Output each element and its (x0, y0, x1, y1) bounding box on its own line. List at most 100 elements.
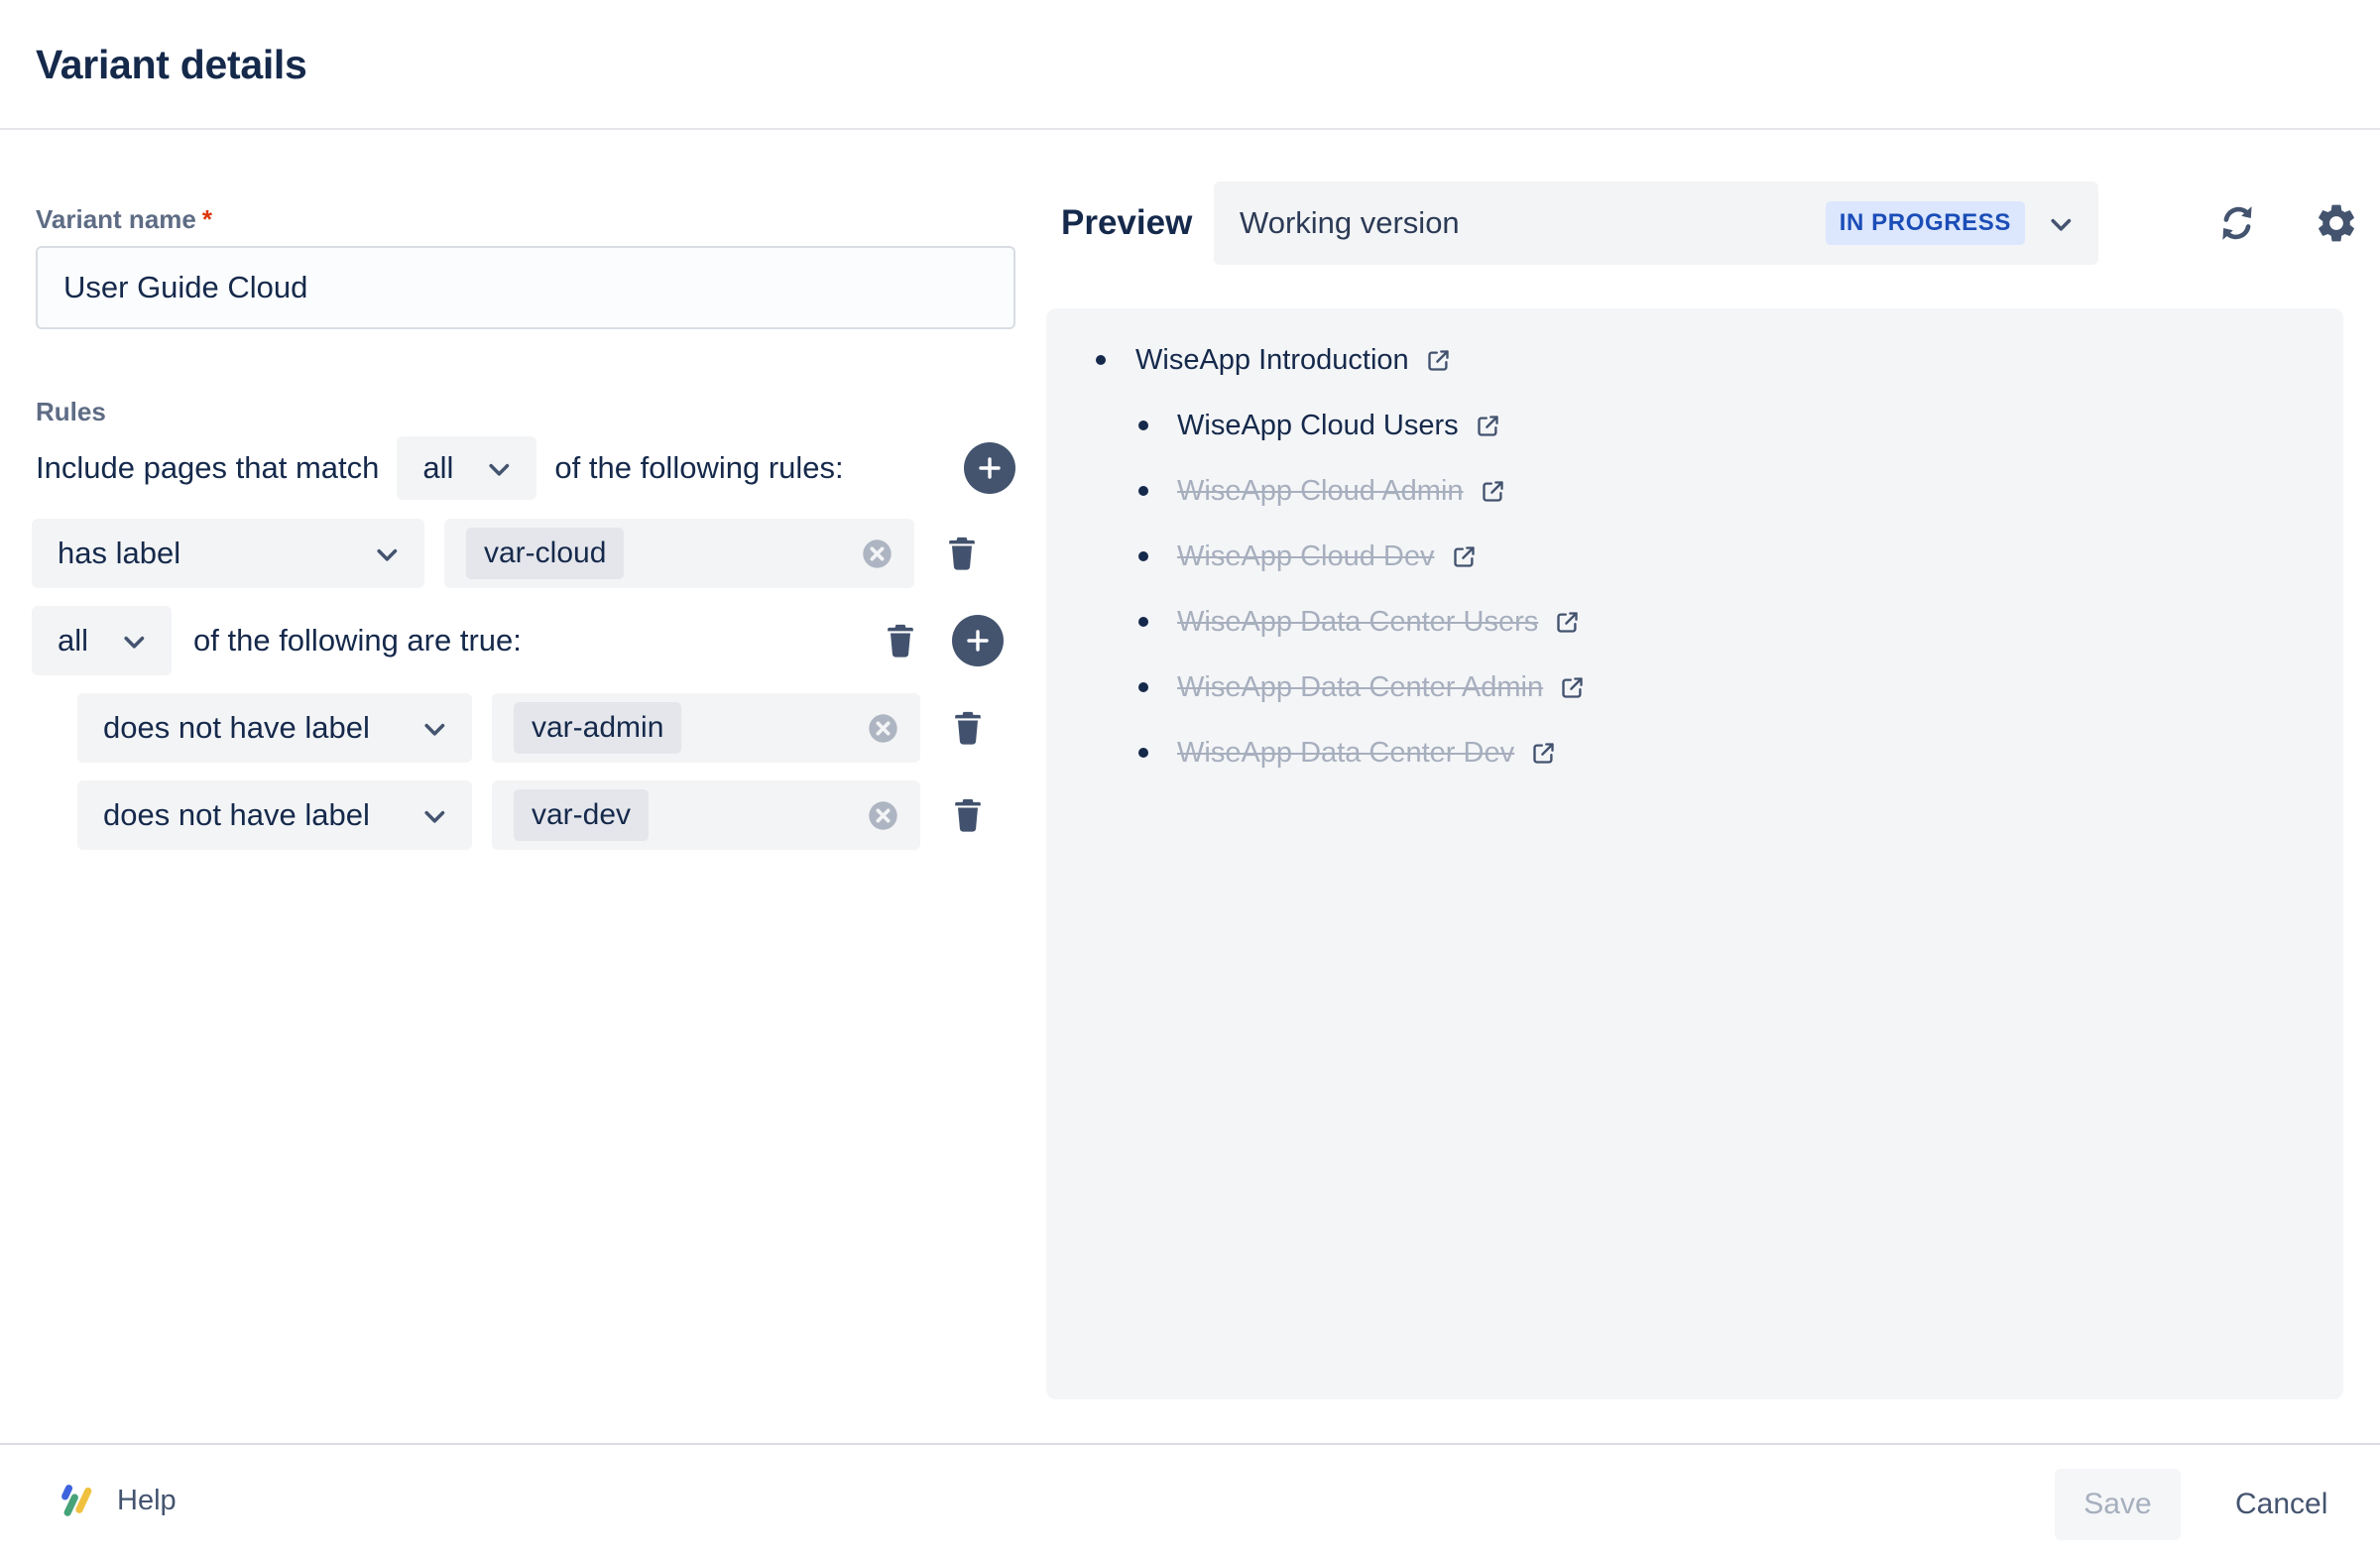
clear-icon (862, 539, 892, 569)
page-link[interactable]: WiseApp Cloud Users (1177, 410, 1501, 442)
clear-icon (868, 800, 898, 831)
trash-icon (942, 532, 982, 575)
page-title: WiseApp Cloud Dev (1177, 540, 1435, 573)
delete-rule-button[interactable] (936, 519, 988, 588)
brand-logo-icon (58, 1483, 97, 1520)
delete-rule-button[interactable] (942, 693, 994, 763)
match-operator-select[interactable]: all (397, 436, 536, 500)
trash-icon (948, 706, 988, 750)
group-operator-select[interactable]: all (32, 606, 172, 675)
trash-icon (881, 619, 920, 662)
clear-label-button[interactable] (868, 713, 898, 744)
delete-group-button[interactable] (875, 606, 926, 675)
page-link[interactable]: WiseApp Data Center Dev (1177, 737, 1557, 770)
rule-row: does not have label var-dev (77, 780, 1023, 850)
page-link[interactable]: WiseApp Data Center Users (1177, 606, 1581, 639)
page-link[interactable]: WiseApp Cloud Dev (1177, 540, 1478, 573)
condition-value: does not have label (103, 797, 370, 833)
page-title: WiseApp Data Center Users (1177, 606, 1538, 639)
rule-group-row: all of the following are true: (32, 606, 1004, 675)
chevron-down-icon (418, 801, 446, 829)
preview-label: Preview (1061, 181, 1192, 265)
external-link-icon[interactable] (1451, 543, 1478, 570)
condition-value: has label (58, 536, 180, 571)
external-link-icon[interactable] (1480, 478, 1506, 505)
version-value: Working version (1240, 205, 1460, 241)
page-title: WiseApp Introduction (1135, 344, 1409, 377)
status-badge: IN PROGRESS (1826, 201, 2025, 245)
page-title: WiseApp Cloud Admin (1177, 475, 1464, 508)
clear-label-button[interactable] (868, 800, 898, 831)
rules-section-label: Rules (36, 397, 106, 427)
page-tree: WiseApp Introduction WiseApp Cloud Users… (1046, 308, 2343, 785)
dialog-footer: Help Save Cancel (0, 1443, 2380, 1557)
delete-rule-button[interactable] (942, 780, 994, 850)
page-link[interactable]: WiseApp Introduction (1135, 344, 1452, 377)
label-tag: var-admin (514, 702, 681, 754)
label-tag: var-dev (514, 789, 649, 841)
variant-name-label: Variant name* (36, 204, 212, 235)
condition-select[interactable]: has label (32, 519, 424, 588)
page-item: WiseApp Data Center Admin (1046, 655, 2343, 720)
rule-row: has label var-cloud (32, 519, 1023, 588)
label-value-field[interactable]: var-dev (492, 780, 920, 850)
help-link[interactable]: Help (58, 1445, 177, 1557)
add-rule-button[interactable] (964, 442, 1015, 494)
external-link-icon[interactable] (1425, 347, 1452, 374)
clear-label-button[interactable] (862, 539, 892, 569)
variant-name-input[interactable] (36, 246, 1015, 329)
page-item: WiseApp Cloud Admin (1046, 458, 2343, 524)
add-group-rule-button[interactable] (952, 615, 1004, 666)
settings-button[interactable] (2313, 199, 2360, 247)
condition-value: does not have label (103, 710, 370, 746)
dialog-header: Variant details (0, 0, 2380, 130)
group-operator-value: all (58, 623, 88, 659)
plus-icon (965, 628, 991, 654)
preview-panel: WiseApp Introduction WiseApp Cloud Users… (1046, 308, 2343, 1399)
external-link-icon[interactable] (1475, 413, 1501, 439)
variant-name-label-text: Variant name (36, 204, 196, 234)
page-item: WiseApp Data Center Dev (1046, 720, 2343, 785)
rules-intro-suffix: of the following rules: (554, 450, 843, 486)
gear-icon (2314, 200, 2359, 246)
page-title: Variant details (36, 0, 307, 130)
page-item: WiseApp Introduction (1046, 327, 2343, 393)
page-title: WiseApp Data Center Dev (1177, 737, 1514, 770)
refresh-button[interactable] (2213, 199, 2261, 247)
external-link-icon[interactable] (1530, 740, 1557, 767)
save-button[interactable]: Save (2055, 1469, 2181, 1540)
rule-row: does not have label var-admin (77, 693, 1023, 763)
chevron-down-icon (418, 714, 446, 742)
condition-select[interactable]: does not have label (77, 780, 472, 850)
label-value-field[interactable]: var-admin (492, 693, 920, 763)
required-asterisk: * (202, 204, 212, 234)
chevron-down-icon (118, 627, 146, 655)
cancel-button[interactable]: Cancel (2217, 1469, 2345, 1540)
version-select[interactable]: Working version IN PROGRESS (1214, 181, 2098, 265)
page-item: WiseApp Data Center Users (1046, 589, 2343, 655)
trash-icon (948, 793, 988, 837)
refresh-icon (2214, 200, 2260, 246)
variant-details-dialog: Variant details Variant name* Rules Incl… (0, 0, 2380, 1557)
chevron-down-icon (483, 454, 511, 482)
external-link-icon[interactable] (1559, 674, 1586, 701)
label-tag: var-cloud (466, 528, 624, 579)
chevron-down-icon (371, 539, 399, 567)
page-item: WiseApp Cloud Dev (1046, 524, 2343, 589)
label-value-field[interactable]: var-cloud (444, 519, 914, 588)
page-title: WiseApp Cloud Users (1177, 410, 1459, 442)
rules-intro-row: Include pages that match all of the foll… (36, 436, 1015, 500)
external-link-icon[interactable] (1554, 609, 1581, 636)
chevron-down-icon (2045, 209, 2073, 237)
help-label: Help (117, 1485, 177, 1517)
clear-icon (868, 713, 898, 744)
match-operator-value: all (422, 450, 453, 486)
condition-select[interactable]: does not have label (77, 693, 472, 763)
plus-icon (977, 455, 1003, 481)
rules-intro-prefix: Include pages that match (36, 450, 379, 486)
page-link[interactable]: WiseApp Data Center Admin (1177, 671, 1586, 704)
group-suffix: of the following are true: (193, 623, 522, 659)
page-item: WiseApp Cloud Users (1046, 393, 2343, 458)
page-link[interactable]: WiseApp Cloud Admin (1177, 475, 1506, 508)
page-title: WiseApp Data Center Admin (1177, 671, 1543, 704)
